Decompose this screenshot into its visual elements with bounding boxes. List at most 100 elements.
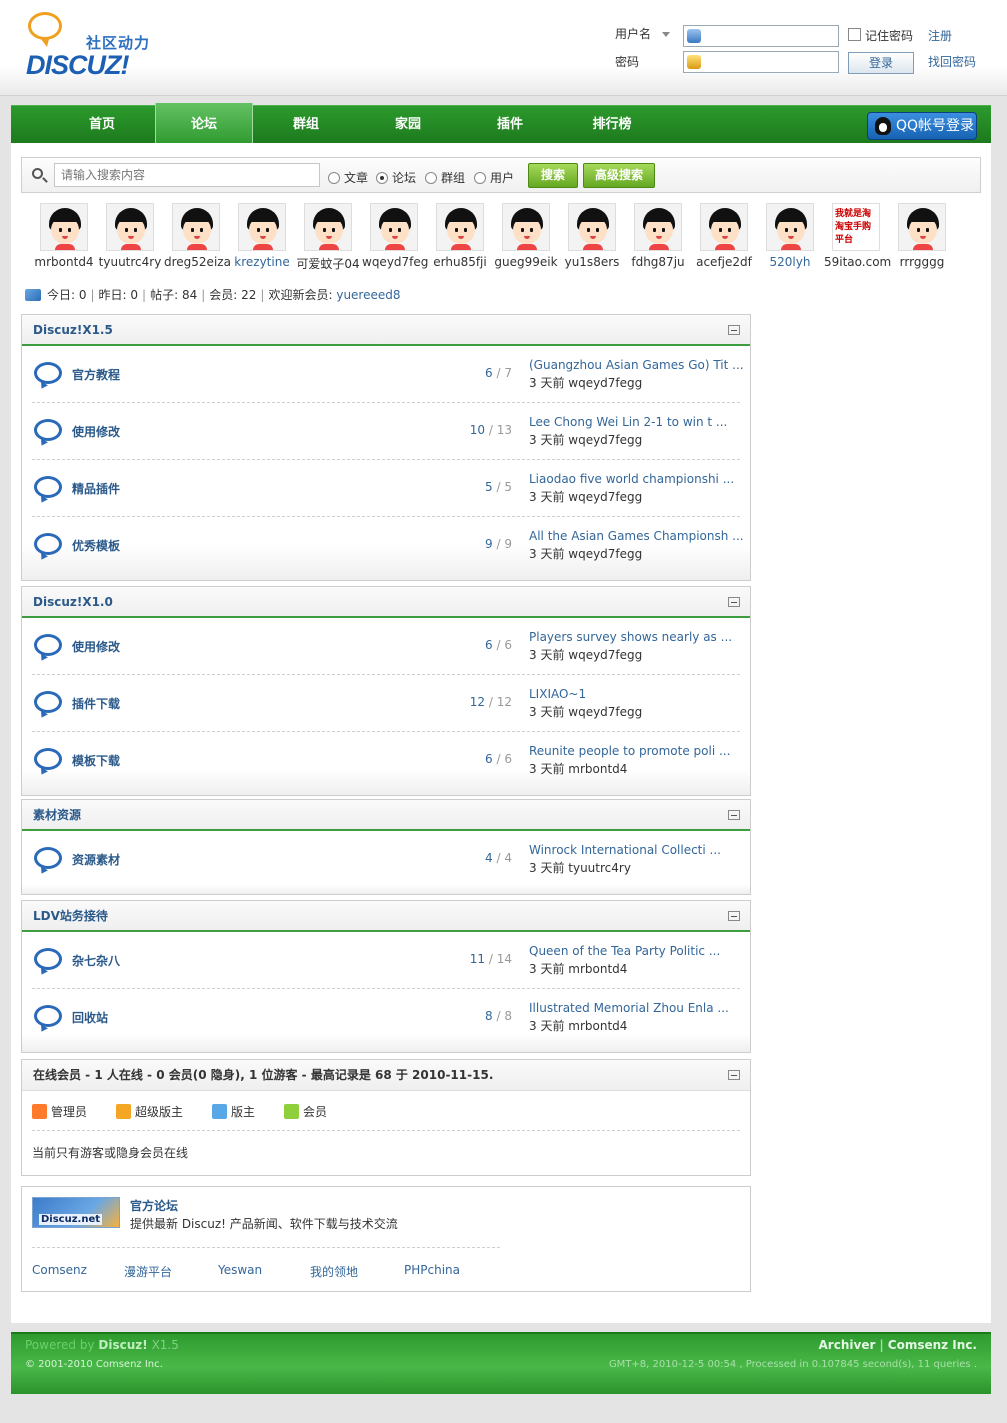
- avatar-username[interactable]: fdhg87ju: [626, 255, 690, 269]
- remember-checkbox[interactable]: [848, 28, 861, 41]
- avatar[interactable]: [304, 203, 352, 251]
- member-avatar[interactable]: 520lyh: [758, 203, 822, 269]
- nav-item-ranking[interactable]: 排行榜: [563, 106, 661, 144]
- friend-link-yeswan[interactable]: Yeswan: [218, 1263, 262, 1277]
- member-avatar[interactable]: rrrgggg: [890, 203, 954, 269]
- nav-item-home-space[interactable]: 家园: [359, 106, 457, 144]
- avatar-username[interactable]: dreg52eiza: [164, 255, 231, 269]
- forum-name-link[interactable]: 模板下载: [72, 752, 120, 769]
- search-button[interactable]: 搜索: [528, 163, 578, 188]
- avatar-username[interactable]: 520lyh: [758, 255, 822, 269]
- brand-link[interactable]: Discuz!: [98, 1338, 147, 1352]
- friend-link-phpchina[interactable]: PHPchina: [404, 1263, 460, 1277]
- member-avatar[interactable]: 我就是淘 淘宝手购平台 59itao.com: [824, 203, 891, 269]
- friend-link-lingdi[interactable]: 我的领地: [310, 1263, 358, 1280]
- nav-item-group[interactable]: 群组: [257, 106, 355, 144]
- member-avatar[interactable]: wqeyd7feg: [362, 203, 428, 269]
- search-option-user[interactable]: 用户: [474, 169, 514, 186]
- last-post-title-link[interactable]: Illustrated Memorial Zhou Enla ...: [529, 999, 749, 1017]
- avatar[interactable]: [370, 203, 418, 251]
- avatar[interactable]: [634, 203, 682, 251]
- member-avatar[interactable]: mrbontd4: [32, 203, 96, 269]
- collapse-icon[interactable]: [728, 810, 740, 820]
- avatar[interactable]: 我就是淘 淘宝手购平台: [832, 203, 880, 251]
- avatar[interactable]: [502, 203, 550, 251]
- forum-name-link[interactable]: 回收站: [72, 1009, 108, 1026]
- last-post-title-link[interactable]: Players survey shows nearly as ...: [529, 628, 749, 646]
- last-post-title-link[interactable]: Lee Chong Wei Lin 2-1 to win t ...: [529, 413, 749, 431]
- avatar[interactable]: [106, 203, 154, 251]
- search-option-forum[interactable]: 论坛: [376, 169, 416, 186]
- avatar-username[interactable]: acefje2df: [692, 255, 756, 269]
- collapse-icon[interactable]: [728, 911, 740, 921]
- last-post-title-link[interactable]: LIXIAO~1: [529, 685, 749, 703]
- avatar[interactable]: [436, 203, 484, 251]
- forgot-password-link[interactable]: 找回密码: [928, 53, 976, 70]
- login-button[interactable]: 登录: [848, 52, 914, 74]
- avatar-username[interactable]: 可爱蚊子04: [296, 255, 360, 272]
- last-post-title-link[interactable]: All the Asian Games Championsh ...: [529, 527, 749, 545]
- last-post-title-link[interactable]: Queen of the Tea Party Politic ...: [529, 942, 749, 960]
- member-avatar[interactable]: dreg52eiza: [164, 203, 231, 269]
- member-avatar[interactable]: gueg99eik: [494, 203, 558, 269]
- register-link[interactable]: 注册: [928, 27, 952, 44]
- newest-member-link[interactable]: yuereeed8: [336, 288, 400, 302]
- collapse-icon[interactable]: [728, 1070, 740, 1080]
- collapse-icon[interactable]: [728, 325, 740, 335]
- qq-login-button[interactable]: QQ帐号登录: [867, 112, 977, 140]
- last-post-title-link[interactable]: Reunite people to promote poli ...: [529, 742, 749, 760]
- forum-name-link[interactable]: 使用修改: [72, 638, 120, 655]
- company-link[interactable]: Comsenz Inc.: [888, 1338, 977, 1352]
- forum-name-link[interactable]: 优秀模板: [72, 537, 120, 554]
- avatar-username[interactable]: wqeyd7feg: [362, 255, 428, 269]
- last-post-title-link[interactable]: Liaodao five world championshi ...: [529, 470, 749, 488]
- username-input[interactable]: [683, 25, 839, 47]
- avatar[interactable]: [700, 203, 748, 251]
- member-avatar[interactable]: fdhg87ju: [626, 203, 690, 269]
- avatar-username[interactable]: mrbontd4: [32, 255, 96, 269]
- member-avatar[interactable]: acefje2df: [692, 203, 756, 269]
- search-input[interactable]: [54, 163, 320, 187]
- forum-name-link[interactable]: 使用修改: [72, 423, 120, 440]
- friend-link-manyou[interactable]: 漫游平台: [124, 1263, 172, 1280]
- forum-name-link[interactable]: 官方教程: [72, 366, 120, 383]
- avatar-username[interactable]: 59itao.com: [824, 255, 891, 269]
- username-type-dropdown-icon[interactable]: [662, 32, 670, 37]
- avatar-username[interactable]: tyuutrc4ry: [98, 255, 162, 269]
- avatar-username[interactable]: gueg99eik: [494, 255, 558, 269]
- forum-name-link[interactable]: 插件下载: [72, 695, 120, 712]
- avatar-username[interactable]: erhu85fji: [428, 255, 492, 269]
- nav-item-forum[interactable]: 论坛: [155, 103, 253, 145]
- category-title[interactable]: 素材资源: [33, 808, 81, 822]
- forum-name-link[interactable]: 杂七杂八: [72, 952, 120, 969]
- avatar-username[interactable]: krezytine: [230, 255, 294, 269]
- discuz-net-logo[interactable]: Discuz.net: [32, 1197, 120, 1228]
- category-title[interactable]: Discuz!X1.5: [33, 323, 113, 337]
- member-avatar[interactable]: krezytine: [230, 203, 294, 269]
- forum-name-link[interactable]: 资源素材: [72, 851, 120, 868]
- logo[interactable]: 社区动力 DISCUZ!: [24, 10, 164, 80]
- advanced-search-button[interactable]: 高级搜索: [583, 163, 655, 188]
- avatar[interactable]: [766, 203, 814, 251]
- member-avatar[interactable]: 可爱蚊子04: [296, 203, 360, 272]
- collapse-icon[interactable]: [728, 597, 740, 607]
- avatar[interactable]: [568, 203, 616, 251]
- password-input[interactable]: [683, 51, 839, 73]
- last-post-title-link[interactable]: (Guangzhou Asian Games Go) Tit ...: [529, 356, 749, 374]
- category-title[interactable]: LDV站务接待: [33, 909, 108, 923]
- avatar[interactable]: [238, 203, 286, 251]
- forum-name-link[interactable]: 精品插件: [72, 480, 120, 497]
- search-option-article[interactable]: 文章: [328, 169, 368, 186]
- avatar[interactable]: [898, 203, 946, 251]
- avatar[interactable]: [172, 203, 220, 251]
- member-avatar[interactable]: erhu85fji: [428, 203, 492, 269]
- nav-item-plugin[interactable]: 插件: [461, 106, 559, 144]
- avatar[interactable]: [40, 203, 88, 251]
- nav-item-home[interactable]: 首页: [53, 106, 151, 144]
- search-option-group[interactable]: 群组: [425, 169, 465, 186]
- avatar-username[interactable]: yu1s8ers: [560, 255, 624, 269]
- last-post-title-link[interactable]: Winrock International Collecti ...: [529, 841, 749, 859]
- archiver-link[interactable]: Archiver: [819, 1338, 876, 1352]
- member-avatar[interactable]: yu1s8ers: [560, 203, 624, 269]
- member-avatar[interactable]: tyuutrc4ry: [98, 203, 162, 269]
